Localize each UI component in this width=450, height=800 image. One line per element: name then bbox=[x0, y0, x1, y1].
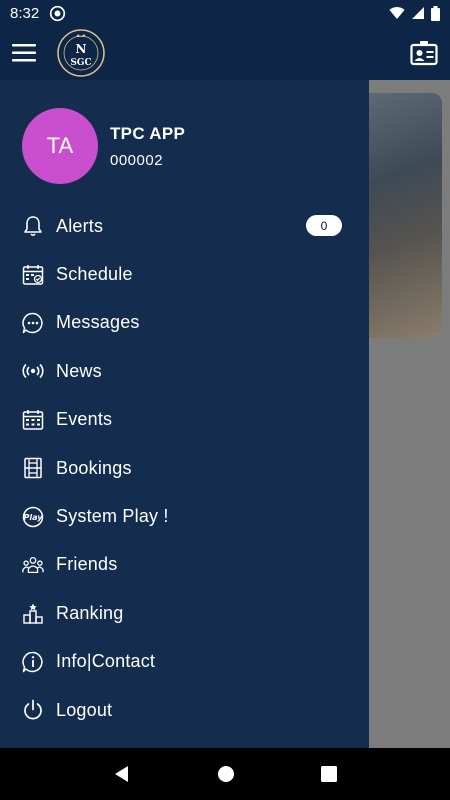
club-logo[interactable]: N SGC bbox=[56, 28, 106, 78]
drawer-item-friends[interactable]: Friends bbox=[0, 541, 369, 589]
drawer-item-alerts[interactable]: Alerts 0 bbox=[0, 202, 369, 250]
drawer-item-bookings[interactable]: Bookings bbox=[0, 444, 369, 492]
member-card-button[interactable] bbox=[406, 35, 442, 71]
drawer-item-system-play[interactable]: Play System Play ! bbox=[0, 492, 369, 540]
status-bar: 8:32 bbox=[0, 0, 450, 26]
drawer-menu: Alerts 0 Schedule Messages News Events B… bbox=[0, 202, 369, 734]
podium-icon bbox=[22, 602, 44, 625]
drawer-item-label: Alerts bbox=[56, 215, 104, 236]
recents-icon[interactable] bbox=[321, 766, 337, 782]
svg-text:SGC: SGC bbox=[70, 58, 91, 68]
calendar-grid-icon bbox=[22, 409, 44, 431]
drawer-item-ranking[interactable]: Ranking bbox=[0, 589, 369, 637]
bell-icon bbox=[22, 215, 44, 237]
profile-header[interactable]: TA TPC APP 000002 bbox=[22, 108, 185, 184]
do-not-disturb-icon bbox=[50, 5, 66, 21]
drawer-item-schedule[interactable]: Schedule bbox=[0, 250, 369, 298]
drawer-item-events[interactable]: Events bbox=[0, 396, 369, 444]
member-card-icon bbox=[410, 41, 438, 66]
drawer-item-news[interactable]: News bbox=[0, 347, 369, 395]
hamburger-menu-button[interactable] bbox=[0, 26, 48, 80]
battery-icon bbox=[431, 5, 440, 21]
drawer-item-label: Events bbox=[56, 409, 113, 430]
calendar-check-icon bbox=[22, 264, 44, 286]
cell-signal-icon bbox=[412, 7, 424, 19]
system-nav-bar bbox=[0, 748, 450, 800]
people-icon bbox=[22, 554, 44, 576]
drawer-item-label: Ranking bbox=[56, 602, 124, 623]
navigation-drawer: TA TPC APP 000002 Alerts 0 Schedule Mess… bbox=[0, 80, 369, 748]
drawer-item-info-contact[interactable]: Info|Contact bbox=[0, 638, 369, 686]
play-badge-icon: Play bbox=[22, 506, 44, 528]
hamburger-menu-icon bbox=[12, 44, 36, 62]
drawer-item-label: Logout bbox=[56, 699, 113, 720]
drawer-item-label: Friends bbox=[56, 554, 118, 575]
avatar: TA bbox=[22, 108, 98, 184]
svg-text:Play: Play bbox=[24, 513, 44, 522]
drawer-item-label: Messages bbox=[56, 312, 140, 333]
app-bar: N SGC bbox=[0, 26, 450, 80]
broadcast-icon bbox=[22, 360, 44, 382]
profile-name: TPC APP bbox=[110, 123, 186, 143]
drawer-item-label: News bbox=[56, 360, 102, 381]
svg-text:N: N bbox=[76, 42, 87, 56]
alerts-count-badge: 0 bbox=[306, 215, 342, 236]
chat-bubble-icon bbox=[22, 312, 44, 334]
avatar-initials: TA bbox=[46, 133, 74, 158]
drawer-item-label: Schedule bbox=[56, 264, 133, 285]
info-icon bbox=[22, 651, 44, 673]
back-icon[interactable] bbox=[113, 765, 131, 783]
drawer-item-label: System Play ! bbox=[56, 506, 169, 527]
drawer-item-logout[interactable]: Logout bbox=[0, 686, 369, 734]
wifi-icon bbox=[389, 7, 405, 20]
status-time: 8:32 bbox=[10, 4, 40, 22]
drawer-item-label: Info|Contact bbox=[56, 651, 156, 672]
drawer-item-label: Bookings bbox=[56, 457, 132, 478]
drawer-item-messages[interactable]: Messages bbox=[0, 299, 369, 347]
power-icon bbox=[22, 699, 44, 721]
profile-member-id: 000002 bbox=[110, 151, 164, 169]
court-icon bbox=[22, 457, 44, 479]
home-icon[interactable] bbox=[217, 765, 235, 783]
